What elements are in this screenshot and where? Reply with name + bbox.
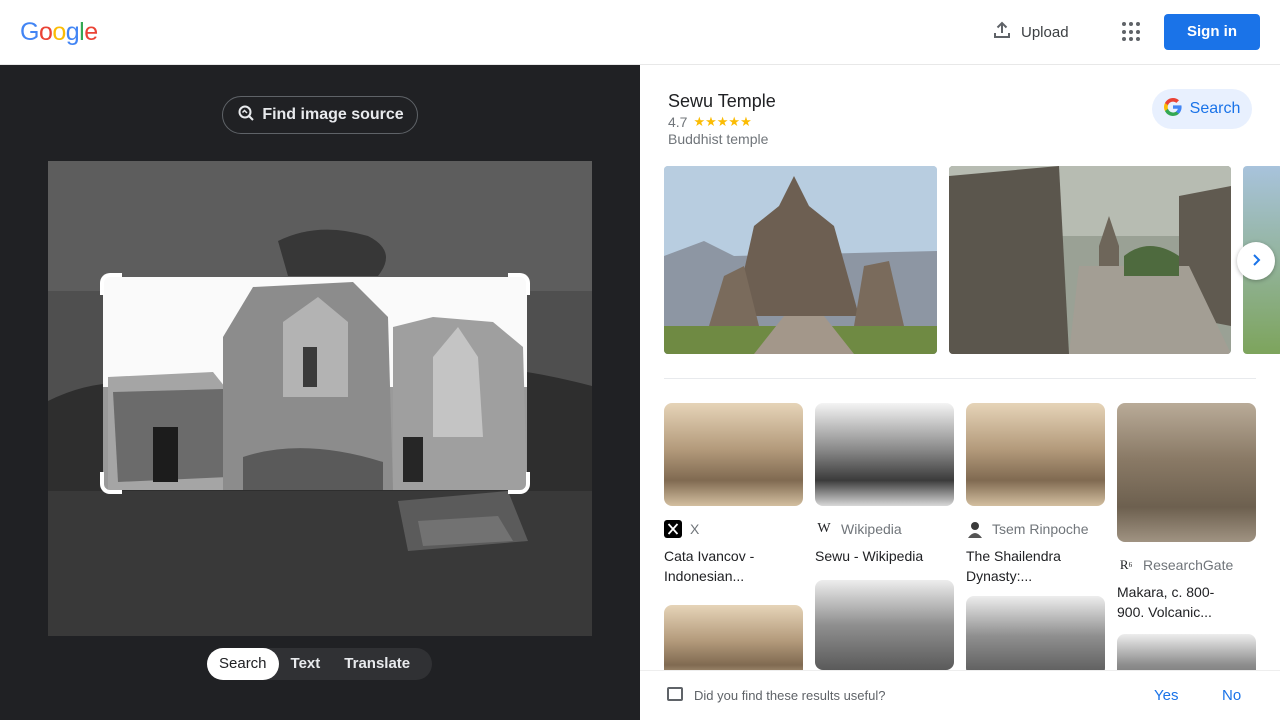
crop-handle-top-left[interactable]: [100, 273, 122, 295]
image-preview-panel: Find image source Search Text Translate: [0, 65, 640, 720]
result-thumbnail[interactable]: [966, 596, 1105, 676]
result-thumbnail[interactable]: [966, 403, 1105, 506]
visual-match-result[interactable]: Tsem Rinpoche The Shailendra Dynasty:...: [966, 403, 1105, 676]
upload-button[interactable]: Upload: [992, 20, 1069, 44]
feedback-icon: [667, 687, 683, 701]
logo-letter: e: [84, 18, 98, 46]
crop-handle-bottom-left[interactable]: [100, 472, 122, 494]
result-title[interactable]: The Shailendra Dynasty:...: [966, 546, 1105, 586]
visual-match-result[interactable]: X Cata Ivancov - Indonesian...: [664, 403, 803, 586]
feedback-bar: Did you find these results useful? Yes N…: [640, 670, 1280, 720]
carousel-image[interactable]: [949, 166, 1231, 354]
crop-handle-bottom-right[interactable]: [508, 472, 530, 494]
google-search-label: Search: [1189, 100, 1241, 117]
rating-row: 4.7 ★★★★★: [668, 114, 752, 130]
upload-icon: [992, 20, 1012, 44]
uploaded-temple-photo: [48, 161, 592, 636]
knowledge-panel-title[interactable]: Sewu Temple: [668, 91, 776, 112]
x-logo-icon: [664, 520, 682, 538]
result-title-line: Dynasty:...: [966, 568, 1033, 584]
result-title-line: Indonesian...: [664, 568, 745, 584]
image-search-icon: [236, 103, 256, 128]
crop-selection-area[interactable]: [103, 277, 527, 490]
result-source: R6 ResearchGate: [1117, 556, 1256, 574]
sign-in-button[interactable]: Sign in: [1164, 14, 1260, 50]
result-source-name: Wikipedia: [841, 521, 902, 537]
feedback-question: Did you find these results useful?: [694, 688, 886, 703]
result-title-line: The Shailendra: [966, 548, 1061, 564]
chevron-right-icon: [1249, 251, 1263, 272]
apps-grid-icon[interactable]: [1122, 22, 1142, 42]
tsem-rinpoche-avatar-icon: [966, 520, 984, 538]
visual-match-result[interactable]: W Wikipedia Sewu - Wikipedia: [815, 403, 954, 670]
result-source-name: ResearchGate: [1143, 557, 1234, 573]
top-bar: Google Upload Sign in: [0, 0, 1280, 65]
find-image-source-label: Find image source: [262, 106, 404, 123]
google-logo[interactable]: Google: [20, 18, 98, 47]
result-source: X: [664, 520, 803, 538]
logo-letter: G: [20, 18, 39, 46]
wikipedia-icon: W: [817, 521, 831, 536]
result-thumbnail[interactable]: [815, 580, 954, 670]
result-thumbnail[interactable]: [664, 403, 803, 506]
logo-letter: o: [38, 18, 53, 46]
crop-handle-top-right[interactable]: [508, 273, 530, 295]
carousel-image[interactable]: [664, 166, 937, 354]
section-divider: [664, 378, 1256, 379]
mode-switcher: Search Text Translate: [207, 648, 432, 680]
mode-text-tab[interactable]: Text: [279, 648, 333, 680]
results-panel: Sewu Temple 4.7 ★★★★★ Buddhist temple Se…: [640, 65, 1280, 720]
upload-label: Upload: [1021, 23, 1069, 41]
logo-letter: g: [65, 18, 80, 46]
feedback-yes-button[interactable]: Yes: [1154, 687, 1178, 704]
feedback-no-button[interactable]: No: [1222, 687, 1241, 704]
result-title-line: 900. Volcanic...: [1117, 604, 1212, 620]
carousel-next-button[interactable]: [1237, 242, 1275, 280]
result-source: Tsem Rinpoche: [966, 520, 1105, 538]
result-source: W Wikipedia: [815, 520, 954, 538]
find-image-source-button[interactable]: Find image source: [222, 96, 418, 134]
researchgate-icon: R6: [1119, 557, 1133, 572]
visual-match-result[interactable]: R6 ResearchGate Makara, c. 800- 900. Vol…: [1117, 403, 1256, 694]
mode-translate-tab[interactable]: Translate: [332, 648, 422, 680]
knowledge-panel-subtitle: Buddhist temple: [668, 131, 769, 147]
result-source-name: X: [690, 521, 700, 537]
result-source-name: Tsem Rinpoche: [992, 521, 1089, 537]
result-title-line: Sewu - Wikipedia: [815, 548, 924, 564]
star-rating-icon: ★★★★★: [693, 114, 752, 129]
result-title[interactable]: Sewu - Wikipedia: [815, 546, 954, 566]
google-search-button[interactable]: Search: [1152, 89, 1252, 129]
result-thumbnail[interactable]: [815, 403, 954, 506]
logo-letter: o: [52, 18, 66, 46]
result-thumbnail[interactable]: [1117, 403, 1256, 542]
google-g-icon: [1163, 97, 1182, 121]
rating-value: 4.7: [668, 114, 688, 130]
result-title[interactable]: Makara, c. 800- 900. Volcanic...: [1117, 582, 1256, 622]
result-title[interactable]: Cata Ivancov - Indonesian...: [664, 546, 803, 586]
result-title-line: Makara, c. 800-: [1117, 584, 1215, 600]
result-title-line: Cata Ivancov -: [664, 548, 755, 564]
mode-search-tab[interactable]: Search: [207, 648, 279, 680]
